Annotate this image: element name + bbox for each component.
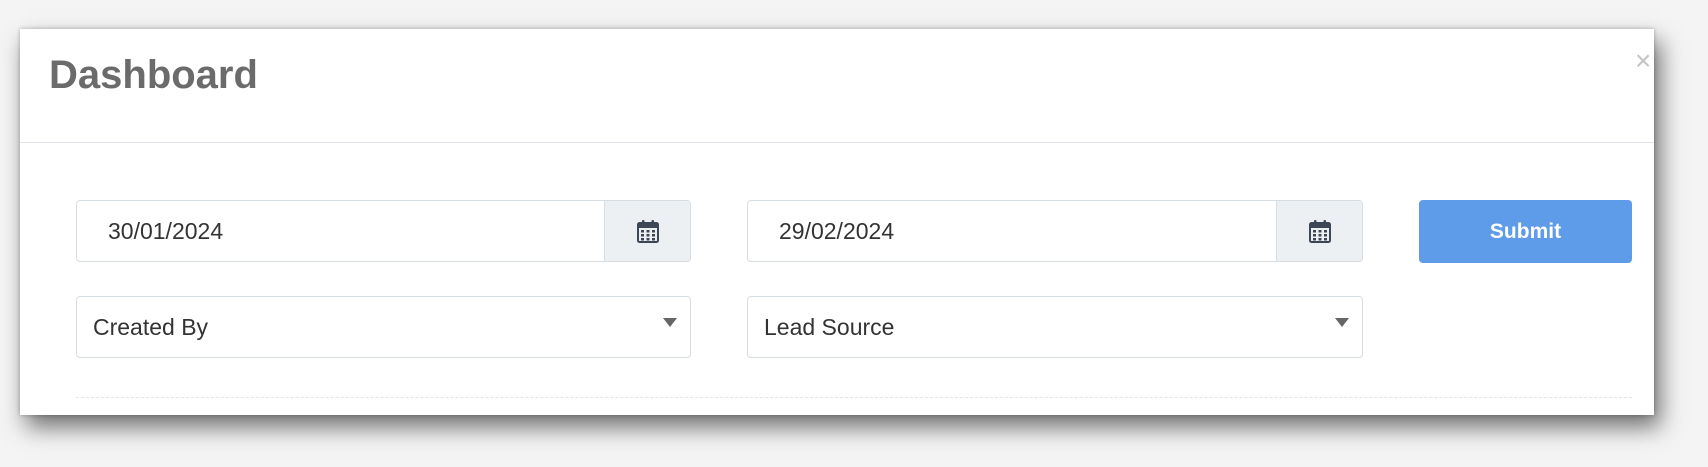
close-icon[interactable]: ×	[1635, 47, 1651, 75]
lead-source-value: Lead Source	[764, 314, 895, 340]
end-date-picker-button[interactable]	[1276, 201, 1362, 261]
created-by-value: Created By	[93, 314, 209, 340]
created-by-select[interactable]: Created By	[76, 296, 691, 358]
end-date-group	[747, 200, 1363, 262]
lead-source-select[interactable]: Lead Source	[747, 296, 1363, 358]
calendar-icon	[636, 219, 659, 243]
caret-down-icon	[1335, 318, 1349, 327]
submit-button[interactable]: Submit	[1419, 200, 1632, 263]
calendar-icon	[1308, 219, 1331, 243]
end-date-input[interactable]	[748, 201, 1279, 261]
page-title: Dashboard	[49, 53, 258, 97]
dashboard-modal: Dashboard × 30/01/2024 29/02/2024 Submit…	[20, 29, 1654, 415]
modal-header: Dashboard ×	[20, 29, 1654, 143]
section-divider	[76, 397, 1632, 398]
start-date-picker-button[interactable]	[604, 201, 690, 261]
caret-down-icon	[663, 318, 677, 327]
start-date-group	[76, 200, 691, 262]
start-date-input[interactable]	[77, 201, 607, 261]
